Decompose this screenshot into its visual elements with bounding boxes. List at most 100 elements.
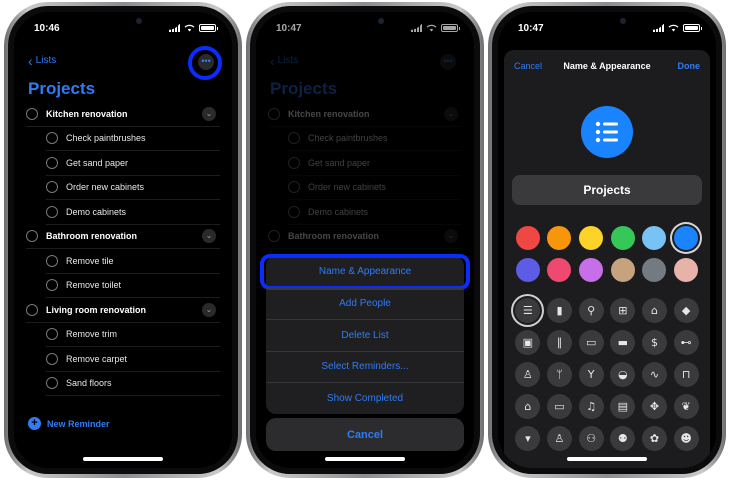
highlight-outline: [260, 254, 470, 290]
cake-icon[interactable]: ⌂: [641, 298, 667, 323]
color-swatch[interactable]: [610, 258, 635, 282]
family-icon[interactable]: ⚉: [610, 426, 636, 451]
color-swatch[interactable]: [642, 226, 667, 250]
person-icon[interactable]: ♙: [546, 426, 572, 451]
home-indicator: [83, 457, 163, 461]
checkbox-circle-icon[interactable]: [46, 352, 58, 365]
parent-reminder-row[interactable]: Living room renovation ⌄: [26, 298, 220, 323]
phone-frame-1: 10:46 ‹ Lists ••• Projects Kitchen renov…: [4, 2, 242, 478]
pin-icon[interactable]: ⚲: [578, 298, 604, 323]
more-options-button[interactable]: •••: [188, 46, 222, 80]
graduation-cap-icon[interactable]: ◆: [673, 298, 699, 323]
modal-header: Cancel Name & Appearance Done: [504, 50, 710, 80]
checkbox-circle-icon[interactable]: [46, 279, 58, 292]
action-sheet: Name & Appearance Add People Delete List Se…: [260, 254, 470, 414]
checkbox-circle-icon[interactable]: [46, 181, 58, 194]
list-options-screen: 10:47 ‹ Lists ••• Projects Kitchen renov…: [256, 12, 474, 468]
color-swatch[interactable]: [547, 226, 572, 250]
subtask-row[interactable]: Remove trim: [46, 323, 220, 347]
reminder-label: Demo cabinets: [66, 206, 127, 217]
phone-frame-2: 10:47 ‹ Lists ••• Projects Kitchen renov…: [246, 2, 484, 478]
chair-icon[interactable]: ⊓: [673, 362, 699, 387]
list-preview-icon: [581, 106, 633, 158]
status-time: 10:47: [518, 23, 544, 34]
sheet-option-delete-list[interactable]: Delete List: [266, 319, 464, 351]
checkbox-circle-icon[interactable]: [46, 254, 58, 267]
stethoscope-icon[interactable]: ∿: [641, 362, 667, 387]
color-swatch[interactable]: [674, 258, 699, 282]
running-icon[interactable]: ♙: [515, 362, 541, 387]
checkbox-circle-icon[interactable]: [46, 205, 58, 218]
cancel-button[interactable]: Cancel: [266, 418, 464, 451]
dumbbell-icon[interactable]: ⊷: [673, 330, 699, 355]
credit-card-icon[interactable]: ▭: [578, 330, 604, 355]
color-swatch[interactable]: [579, 258, 604, 282]
checkbox-circle-icon[interactable]: [26, 303, 38, 316]
fork-knife-icon[interactable]: ᛘ: [546, 362, 572, 387]
wifi-icon: [668, 24, 679, 32]
teddy-bear-icon[interactable]: ☻: [673, 426, 699, 451]
checkbox-circle-icon[interactable]: [46, 132, 58, 145]
subtask-row[interactable]: Order new cabinets: [46, 176, 220, 200]
color-swatch[interactable]: [515, 258, 540, 282]
subtask-row[interactable]: Remove tile: [46, 249, 220, 274]
gift-icon[interactable]: ⊞: [610, 298, 636, 323]
color-swatch[interactable]: [515, 226, 540, 250]
carrot-icon[interactable]: ▾: [515, 426, 541, 451]
subtask-row[interactable]: Demo cabinets: [46, 200, 220, 225]
checkbox-circle-icon[interactable]: [26, 107, 38, 120]
sheet-option-show-completed[interactable]: Show Completed: [266, 382, 464, 414]
checkbox-circle-icon[interactable]: [46, 156, 58, 169]
color-swatch[interactable]: [610, 226, 635, 250]
sheet-option-name-appearance[interactable]: Name & Appearance: [260, 254, 470, 290]
pencil-ruler-icon[interactable]: ∥: [546, 330, 572, 355]
new-reminder-button[interactable]: + New Reminder: [28, 417, 110, 430]
chevron-down-icon[interactable]: ⌄: [202, 106, 216, 121]
backpack-icon[interactable]: ▣: [515, 330, 541, 355]
list-icon[interactable]: ☰: [515, 298, 541, 323]
reminder-label: Get sand paper: [66, 157, 129, 168]
battery-icon: [199, 24, 218, 32]
color-swatch[interactable]: [579, 226, 604, 250]
parent-reminder-row[interactable]: Bathroom renovation ⌄: [26, 225, 220, 249]
leaf-icon[interactable]: ❦: [673, 394, 699, 419]
bookmark-icon[interactable]: ▮: [546, 298, 572, 323]
money-icon[interactable]: $: [641, 330, 667, 355]
card-icon[interactable]: ▬: [610, 330, 636, 355]
checkbox-circle-icon[interactable]: [26, 230, 38, 243]
checkbox-circle-icon[interactable]: [46, 377, 58, 390]
back-button[interactable]: ‹ Lists: [28, 54, 56, 68]
checkbox-circle-icon[interactable]: [46, 328, 58, 341]
color-swatch[interactable]: [642, 258, 667, 282]
phone-bezel: 10:47 ‹ Lists ••• Projects Kitchen renov…: [250, 6, 480, 474]
wine-glass-icon[interactable]: Y: [578, 362, 604, 387]
chevron-down-icon[interactable]: ⌄: [202, 229, 216, 244]
pills-icon[interactable]: ◒: [610, 362, 636, 387]
chevron-down-icon[interactable]: ⌄: [202, 302, 216, 317]
parent-reminder-row[interactable]: Kitchen renovation ⌄: [26, 102, 220, 127]
subtask-row[interactable]: Check paintbrushes: [46, 127, 220, 151]
sheet-option-label: Show Completed: [326, 392, 404, 404]
done-button[interactable]: Done: [678, 61, 701, 71]
color-swatch[interactable]: [547, 258, 572, 282]
two-people-icon[interactable]: ⚇: [578, 426, 604, 451]
subtask-row[interactable]: Get sand paper: [46, 151, 220, 176]
sheet-option-label: Add People: [339, 298, 391, 310]
subtask-row[interactable]: Remove toilet: [46, 274, 220, 298]
music-note-icon[interactable]: ♫: [578, 394, 604, 419]
subtask-row[interactable]: Sand floors: [46, 372, 220, 396]
paw-icon[interactable]: ✿: [641, 426, 667, 451]
computer-icon[interactable]: ▤: [610, 394, 636, 419]
battery-icon: [683, 24, 702, 32]
reminder-label: Sand floors: [66, 378, 112, 389]
subtask-row[interactable]: Remove carpet: [46, 347, 220, 372]
plus-circle-icon: +: [28, 417, 41, 430]
house-icon[interactable]: ⌂: [515, 394, 541, 419]
color-picker: [512, 226, 702, 282]
sheet-option-select-reminders[interactable]: Select Reminders...: [266, 350, 464, 383]
sheet-option-add-people[interactable]: Add People: [266, 287, 464, 320]
monitor-icon[interactable]: ▭: [546, 394, 572, 419]
list-name-field[interactable]: Projects: [512, 175, 702, 205]
gamepad-icon[interactable]: ✥: [641, 394, 667, 419]
color-swatch[interactable]: [674, 226, 699, 250]
